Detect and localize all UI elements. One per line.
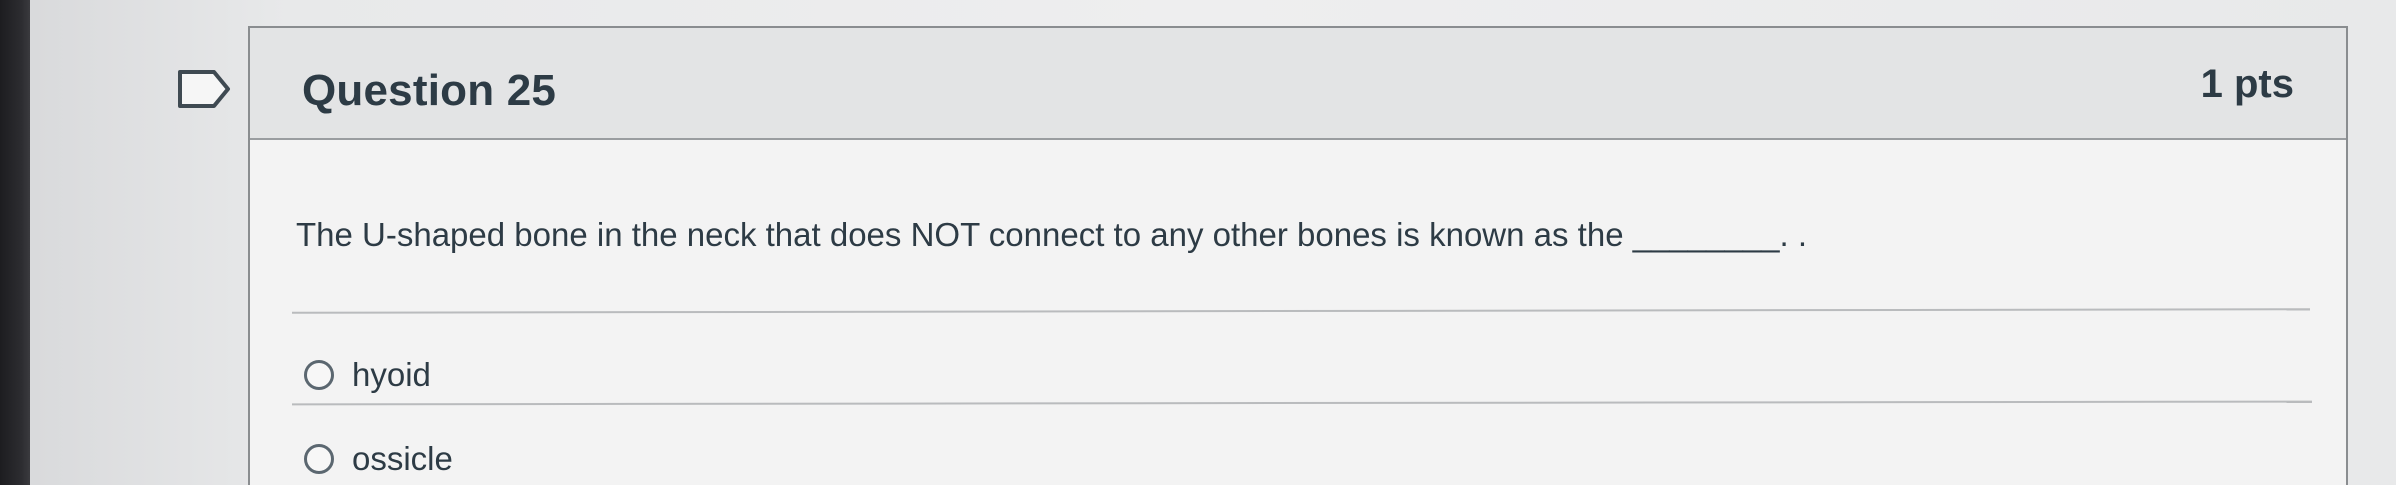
radio-unselected-icon[interactable] <box>304 360 334 390</box>
question-header: Question 25 1 pts <box>250 28 2346 140</box>
question-title: Question 25 <box>302 66 557 115</box>
question-divider <box>291 308 2311 314</box>
answer-option-ossicle[interactable]: ossicle <box>304 440 453 478</box>
question-text: The U-shaped bone in the neck that does … <box>296 216 1808 253</box>
answer-option-hyoid[interactable]: hyoid <box>304 356 431 394</box>
answer-divider <box>291 400 2313 406</box>
question-points: 1 pts <box>2200 62 2294 106</box>
radio-unselected-icon[interactable] <box>304 444 334 474</box>
screen-bezel <box>0 0 30 485</box>
question-card: Question 25 1 pts The U-shaped bone in t… <box>248 26 2348 485</box>
answer-label: ossicle <box>352 440 453 477</box>
answer-label: hyoid <box>352 356 431 393</box>
flag-icon[interactable] <box>176 68 232 110</box>
quiz-screen: Question 25 1 pts The U-shaped bone in t… <box>0 0 2396 485</box>
